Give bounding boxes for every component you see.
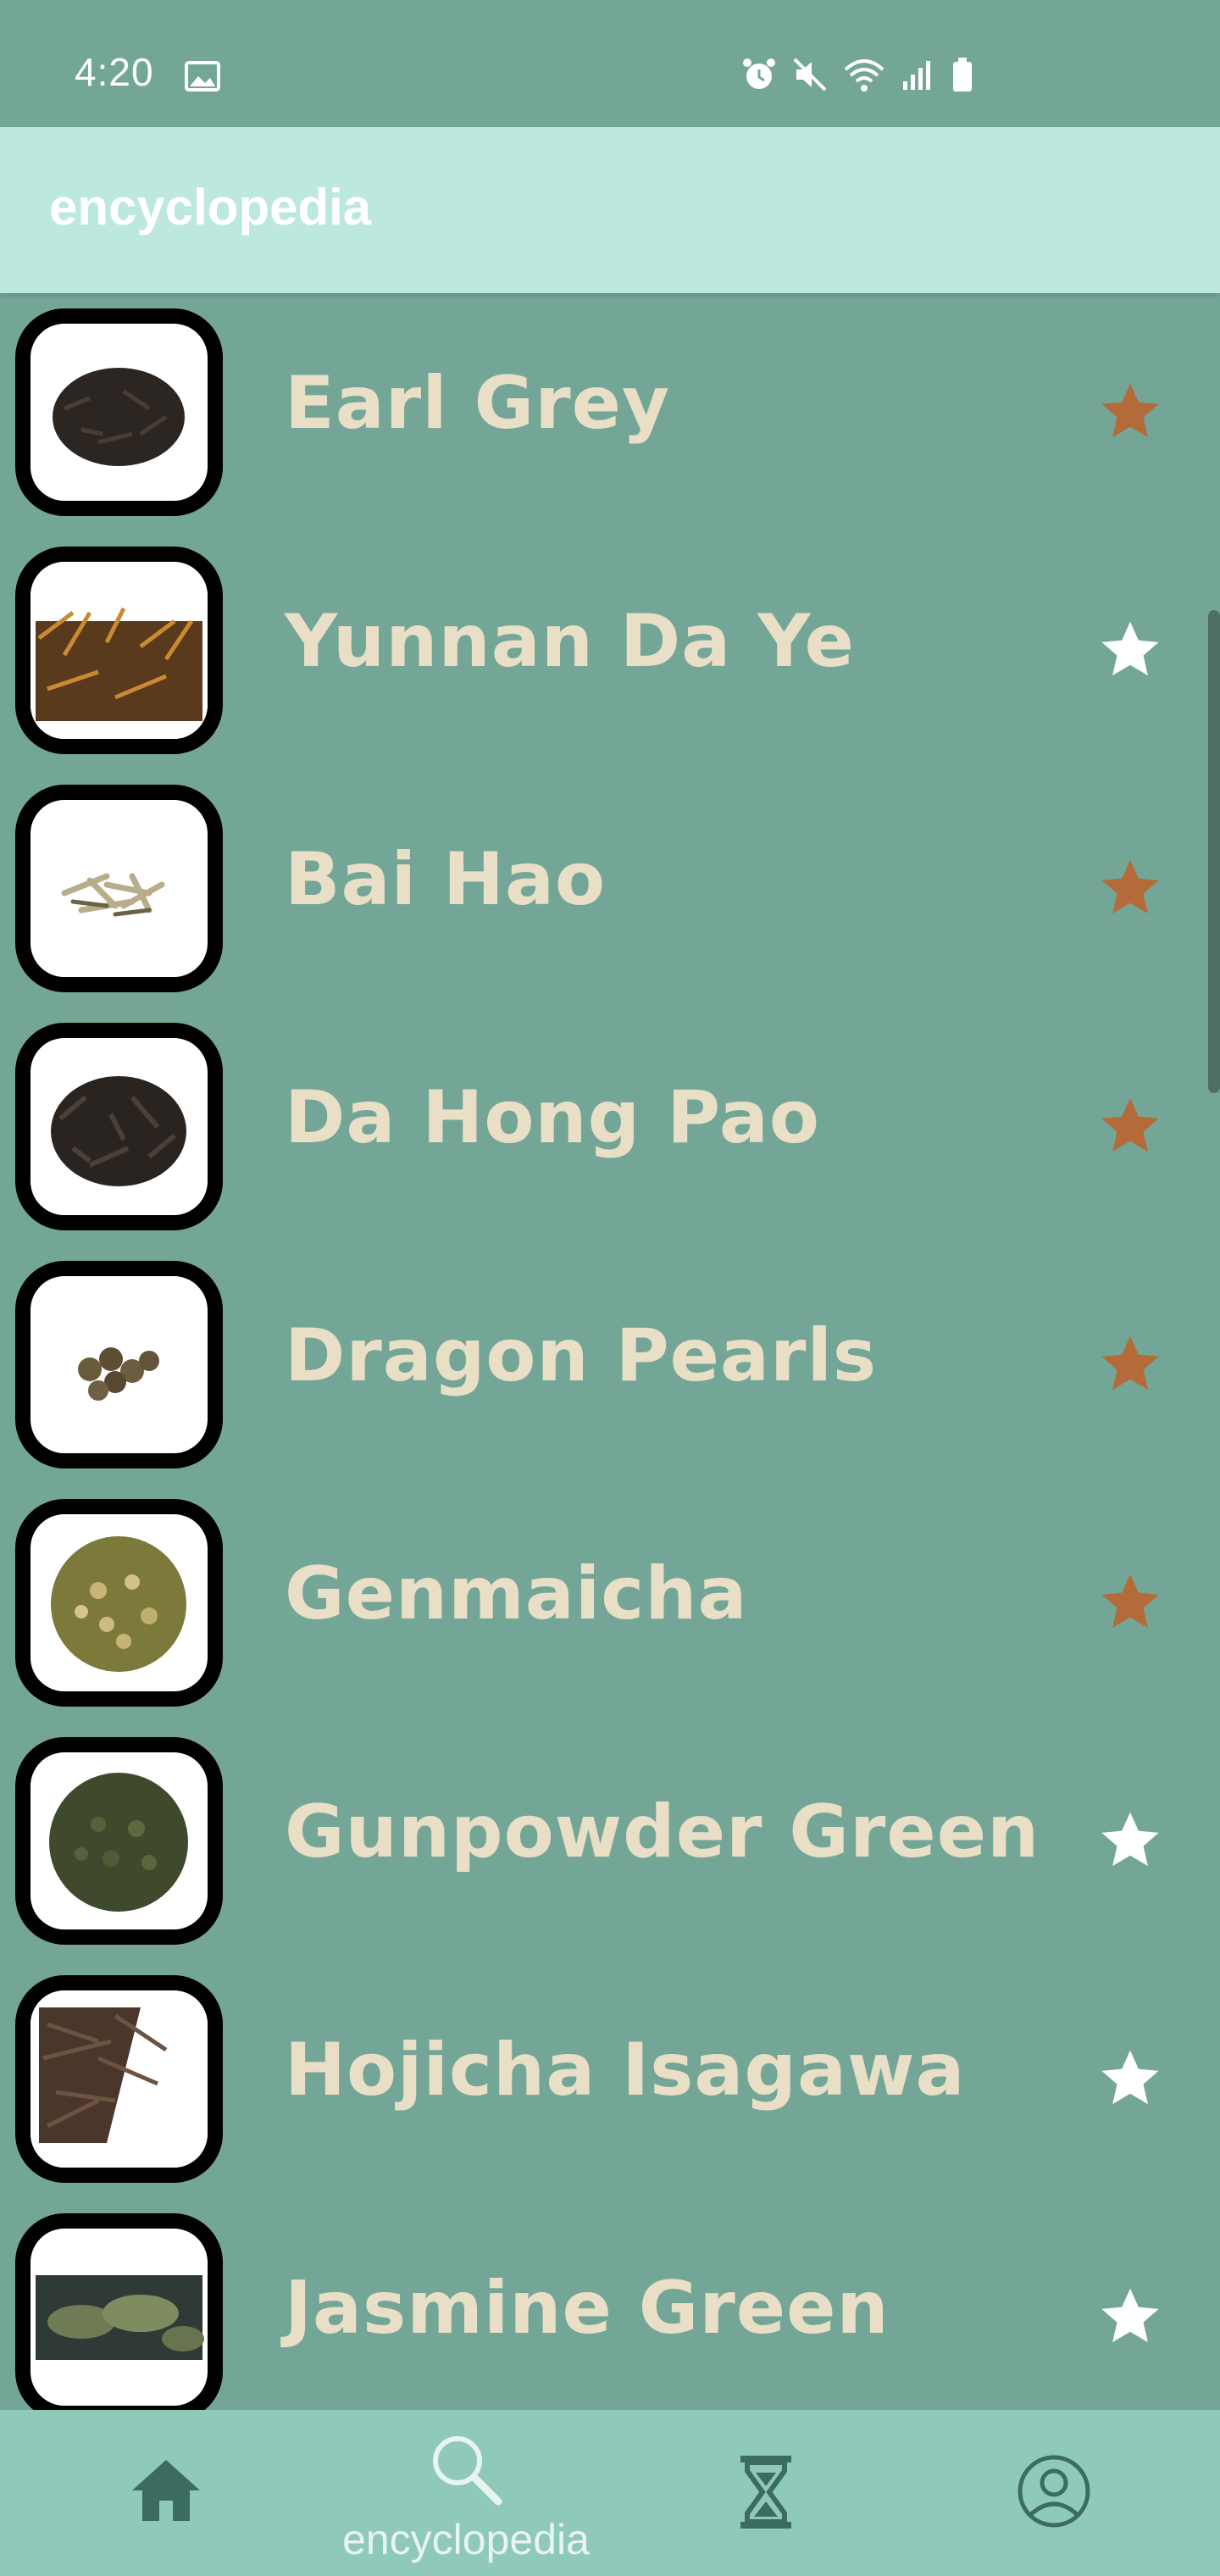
tea-name: Yunnan Da Ye: [285, 599, 855, 684]
favorite-star-icon[interactable]: [1098, 380, 1162, 444]
tea-name: Hojicha Isagawa: [285, 2028, 966, 2112]
tea-list-item[interactable]: Gunpowder Green: [0, 1722, 1220, 1960]
tea-list-item[interactable]: Genmaicha: [0, 1484, 1220, 1722]
alarm-icon: [740, 56, 778, 97]
favorite-star-icon[interactable]: [1098, 1094, 1162, 1158]
status-bar: 4:20: [0, 0, 1220, 127]
mute-icon: [791, 56, 829, 97]
signal-icon: [900, 56, 937, 97]
tea-thumbnail: [15, 1261, 223, 1468]
tea-name: Bai Hao: [285, 837, 607, 922]
nav-timer[interactable]: [639, 2410, 893, 2576]
tea-list-item[interactable]: Yunnan Da Ye: [0, 531, 1220, 769]
tea-thumbnail: [15, 547, 223, 754]
tea-name: Dragon Pearls: [285, 1313, 878, 1398]
nav-label: encyclopedia: [342, 2516, 590, 2563]
battery-icon: [951, 56, 974, 97]
home-icon: [132, 2460, 200, 2521]
bottom-nav: encyclopedia: [0, 2410, 1220, 2576]
tea-name: Gunpowder Green: [285, 1790, 1040, 1874]
tea-list-item[interactable]: Da Hong Pao: [0, 1008, 1220, 1246]
favorite-star-icon[interactable]: [1098, 1808, 1162, 1873]
tea-thumbnail: [15, 1975, 223, 2183]
page-title: encyclopedia: [49, 179, 372, 236]
image-icon: [185, 61, 220, 95]
status-icons: [740, 56, 974, 97]
favorite-star-icon[interactable]: [1098, 2046, 1162, 2111]
tea-name: Earl Grey: [285, 361, 670, 446]
tea-thumbnail: [15, 308, 223, 516]
nav-encyclopedia[interactable]: encyclopedia: [339, 2410, 593, 2576]
tea-name: Jasmine Green: [285, 2266, 890, 2351]
app-bar: encyclopedia: [0, 127, 1220, 293]
tea-thumbnail: [15, 1737, 223, 1945]
tea-list-item[interactable]: Jasmine Green: [0, 2198, 1220, 2410]
nav-profile[interactable]: [927, 2410, 1181, 2576]
tea-name: Da Hong Pao: [285, 1075, 820, 1160]
tea-list[interactable]: Earl Grey Yunnan Da Ye Bai Hao Da Hong P…: [0, 293, 1220, 2410]
status-time: 4:20: [75, 50, 154, 94]
profile-icon: [1018, 2455, 1090, 2528]
tea-list-item[interactable]: Hojicha Isagawa: [0, 1960, 1220, 2198]
nav-home[interactable]: [39, 2410, 293, 2576]
tea-list-item[interactable]: Bai Hao: [0, 769, 1220, 1008]
favorite-star-icon[interactable]: [1098, 618, 1162, 682]
favorite-star-icon[interactable]: [1098, 1332, 1162, 1396]
favorite-star-icon[interactable]: [1098, 856, 1162, 920]
search-icon: [433, 2436, 502, 2506]
wifi-icon: [842, 56, 886, 97]
tea-thumbnail: [15, 785, 223, 992]
tea-list-item[interactable]: Dragon Pearls: [0, 1246, 1220, 1484]
tea-thumbnail: [15, 2213, 223, 2410]
tea-list-item[interactable]: Earl Grey: [0, 293, 1220, 531]
favorite-star-icon[interactable]: [1098, 1570, 1162, 1635]
tea-name: Genmaicha: [285, 1552, 748, 1636]
scrollbar[interactable]: [1208, 610, 1220, 1093]
tea-thumbnail: [15, 1023, 223, 1230]
favorite-star-icon[interactable]: [1098, 2285, 1162, 2349]
tea-thumbnail: [15, 1499, 223, 1707]
hourglass-icon: [740, 2456, 791, 2529]
